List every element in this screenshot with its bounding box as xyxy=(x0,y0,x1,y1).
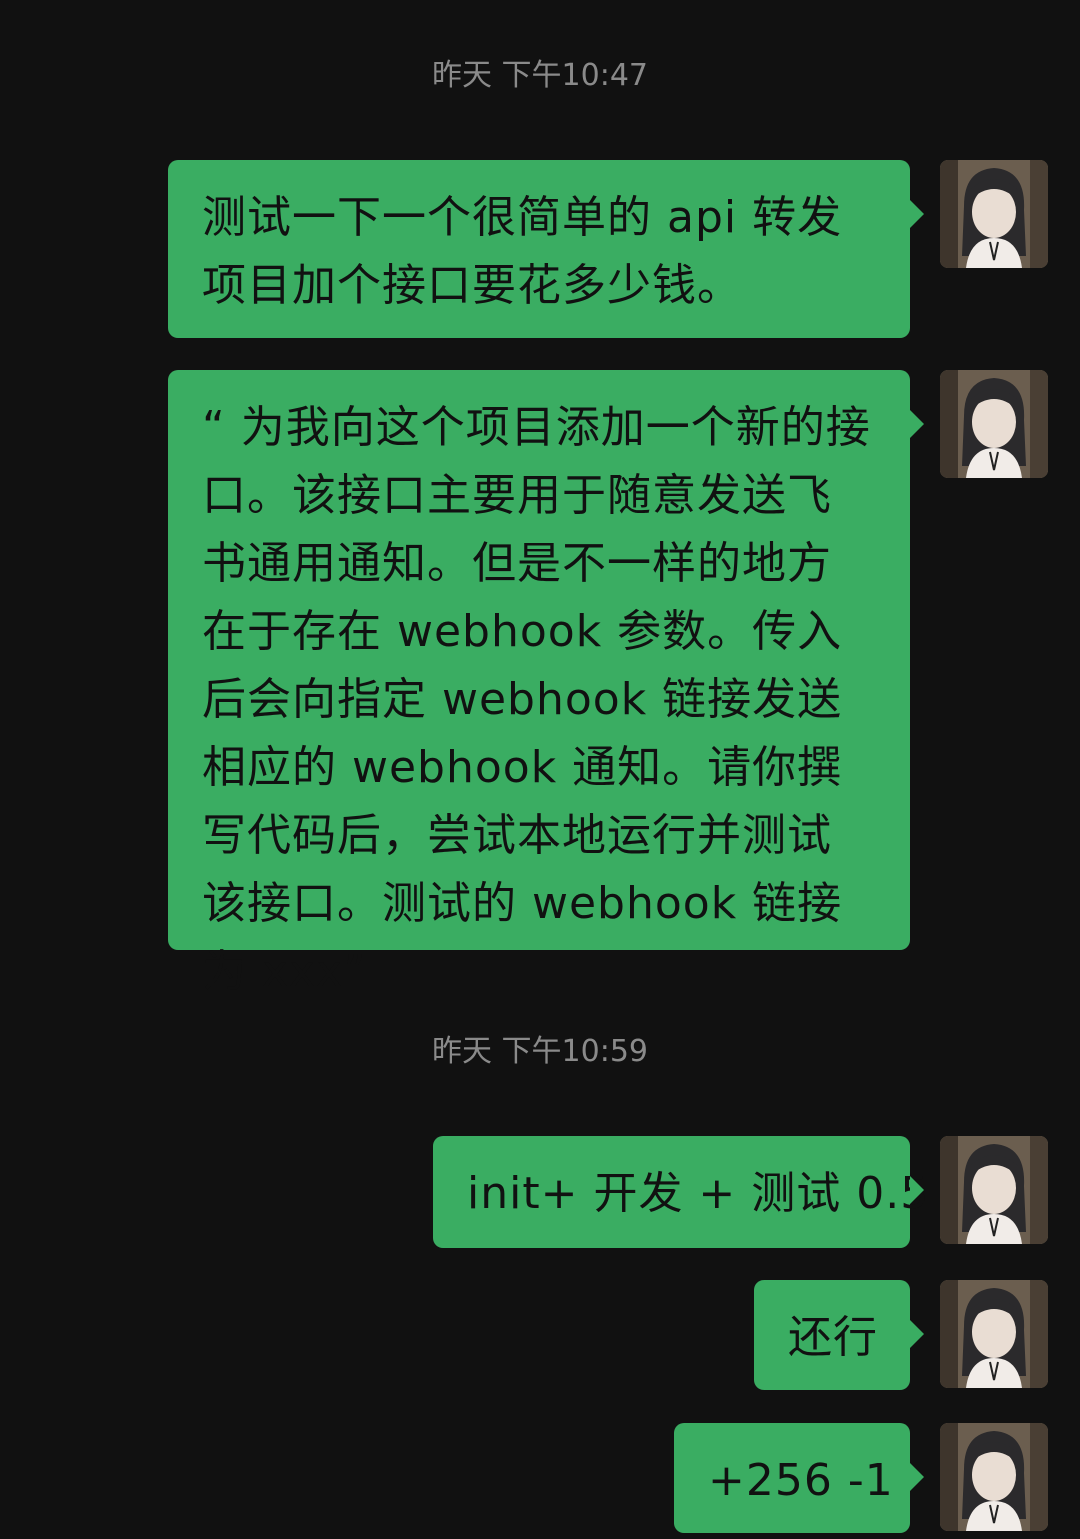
timestamp: 昨天 下午10:47 xyxy=(432,58,648,93)
timestamp: 昨天 下午10:59 xyxy=(432,1034,648,1069)
user-avatar-icon[interactable] xyxy=(940,160,1048,268)
message-bubble[interactable]: “ 为我向这个项目添加一个新的接口。该接口主要用于随意发送飞书通用通知。但是不一… xyxy=(168,370,924,997)
message-bubble[interactable]: +256 -1 xyxy=(674,1423,924,1533)
user-avatar-icon[interactable] xyxy=(940,1423,1048,1531)
message-bubble[interactable]: 还行 xyxy=(754,1280,924,1390)
message-bubble[interactable]: 测试一下一个很简单的 api 转发项目加个接口要花多少钱。 xyxy=(168,160,924,338)
user-avatar-icon[interactable] xyxy=(940,1280,1048,1388)
user-avatar-icon[interactable] xyxy=(940,370,1048,478)
chat-view: 昨天 下午10:47 测试一下一个很简单的 api 转发项目加个接口要花多少钱。… xyxy=(0,0,1080,1539)
message-bubble[interactable]: init+ 开发 + 测试 0.5 xyxy=(433,1136,928,1248)
user-avatar-icon[interactable] xyxy=(940,1136,1048,1244)
